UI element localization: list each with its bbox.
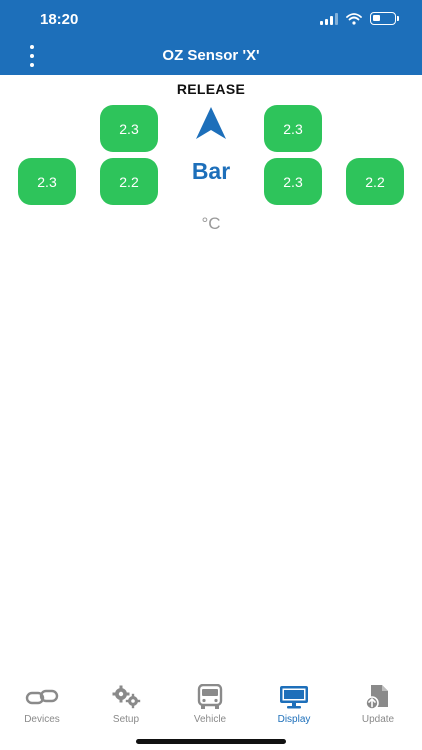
page-title: OZ Sensor 'X' bbox=[162, 47, 260, 64]
tire-rear-outer-right[interactable]: 2.2 bbox=[346, 158, 404, 205]
tire-rear-outer-left[interactable]: 2.3 bbox=[18, 158, 76, 205]
status-icons bbox=[320, 12, 399, 25]
mode-label: RELEASE bbox=[176, 81, 246, 97]
pressure-unit: Bar bbox=[191, 158, 231, 184]
tire-front-right[interactable]: 2.3 bbox=[264, 105, 322, 152]
status-time: 18:20 bbox=[40, 11, 79, 28]
home-indicator[interactable] bbox=[136, 739, 286, 744]
tab-display[interactable]: Display bbox=[252, 684, 336, 728]
tab-label: Devices bbox=[24, 714, 60, 725]
bus-icon bbox=[197, 684, 223, 709]
direction-arrow-icon bbox=[196, 107, 226, 139]
wifi-icon bbox=[346, 12, 362, 25]
tab-devices[interactable]: Devices bbox=[0, 684, 84, 728]
tab-label: Setup bbox=[112, 714, 140, 725]
tire-rear-inner-right[interactable]: 2.3 bbox=[264, 158, 322, 205]
gears-icon bbox=[112, 685, 141, 709]
tab-setup[interactable]: Setup bbox=[84, 684, 168, 728]
temperature-unit: °C bbox=[201, 214, 221, 233]
cellular-signal-icon bbox=[320, 12, 338, 25]
upload-file-icon bbox=[365, 685, 388, 710]
link-icon bbox=[25, 689, 59, 705]
tab-label: Vehicle bbox=[193, 714, 227, 725]
tire-rear-inner-left[interactable]: 2.2 bbox=[100, 158, 158, 205]
tab-label: Display bbox=[277, 714, 311, 725]
monitor-icon bbox=[280, 686, 308, 709]
battery-icon bbox=[370, 12, 399, 25]
tab-label: Update bbox=[361, 714, 395, 725]
tire-front-left[interactable]: 2.3 bbox=[100, 105, 158, 152]
tab-update[interactable]: Update bbox=[336, 684, 420, 728]
tab-vehicle[interactable]: Vehicle bbox=[168, 684, 252, 728]
app-header: 18:20 OZ Sensor 'X' bbox=[0, 0, 422, 75]
